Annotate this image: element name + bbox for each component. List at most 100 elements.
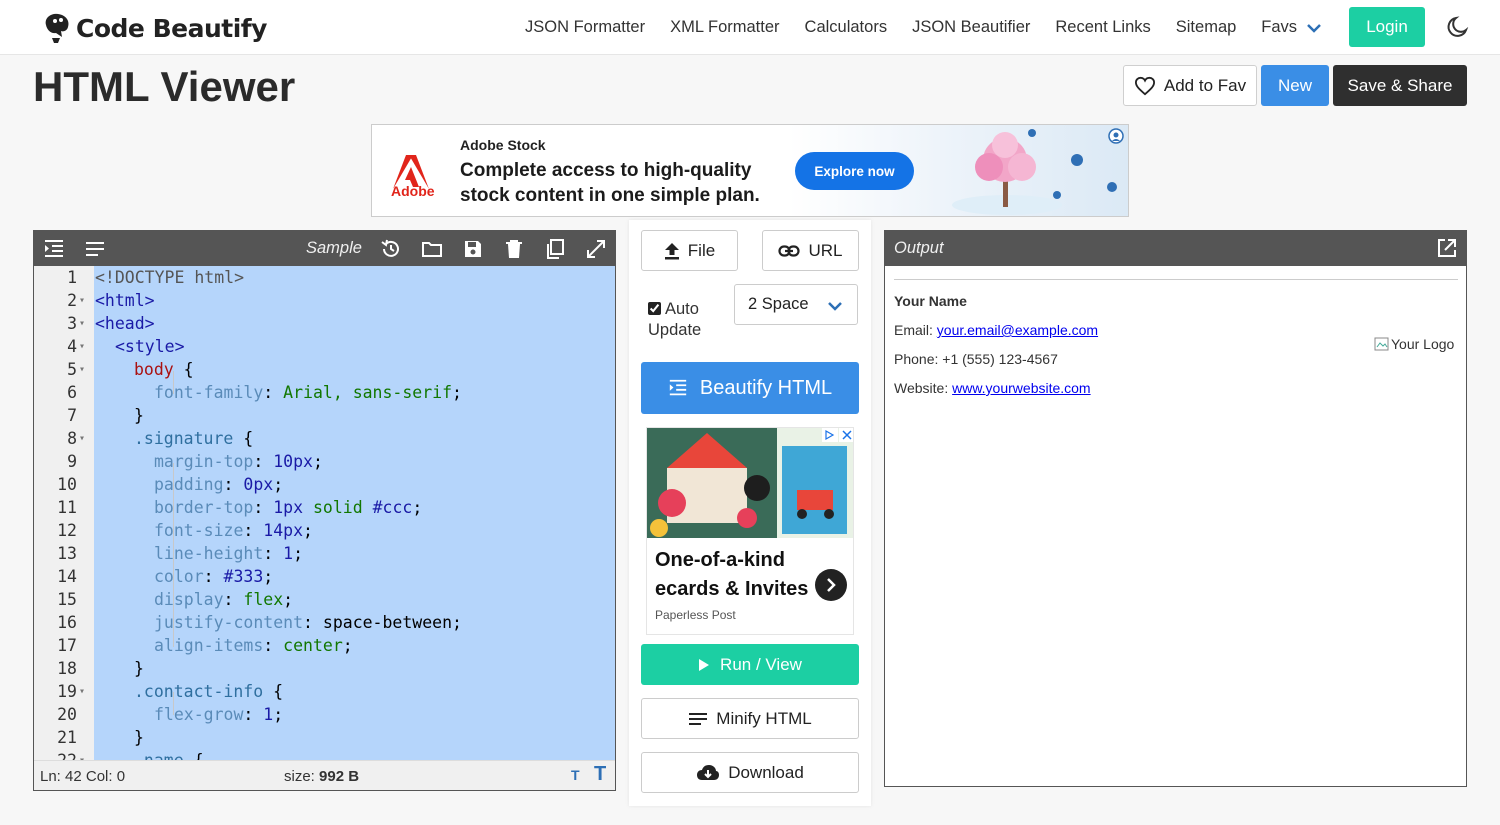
minify-html-button[interactable]: Minify HTML [641,698,859,739]
code-line: 5 ▾ body { [67,360,194,379]
ad-brand: Paperless Post [655,608,736,622]
add-to-fav-label: Add to Fav [1163,75,1247,95]
code-line: 2 ▾ <html> [67,291,155,310]
code-line: 20 flex-grow: 1; [57,705,284,724]
dark-mode-moon-icon[interactable] [1446,15,1470,39]
nav-favs-dropdown[interactable]: Favs [1261,18,1321,37]
ad-explore-now-button[interactable]: Explore now [795,152,914,190]
broken-image-icon [1374,337,1389,351]
sample-link[interactable]: Sample [306,239,362,258]
signature-divider [894,279,1458,280]
file-upload-button[interactable]: File [641,230,738,271]
document-size: size: 992 B [284,768,360,785]
beautify-html-button[interactable]: Beautify HTML [641,362,859,414]
file-upload-label: File [687,240,716,260]
code-line: 22▾.name { [34,749,615,760]
indent-icon[interactable] [43,238,65,260]
indent-icon [669,379,687,396]
history-icon[interactable] [380,238,402,260]
code-line: 12 font-size: 14px; [57,521,313,540]
heart-icon [1134,76,1155,95]
chevron-right-icon [827,578,836,592]
brand[interactable]: Code Beautify [40,10,267,46]
font-decrease-button[interactable]: T [571,767,580,783]
play-icon [699,658,710,671]
paperless-post-ad[interactable]: One-of-a-kind ecards & Invites Paperless… [646,427,854,635]
ad-headline: Complete access to high-quality stock co… [460,160,760,206]
run-view-button[interactable]: Run / View [641,644,859,685]
website-link[interactable]: www.yourwebsite.com [952,380,1091,396]
cloud-download-icon [697,764,720,780]
code-editor[interactable]: 1 <!DOCTYPE html> 2 ▾ <html> 3 ▾ <head> 4 ▾ <st… [34,266,615,760]
ad-title: One-of-a-kind ecards & Invites [655,549,809,600]
nav-link-calculators[interactable]: Calculators [805,18,888,37]
indent-size-select[interactable]: 2 Space [734,284,858,325]
minify-html-label: Minify HTML [716,708,812,728]
ad-tree-image [952,129,1117,215]
url-load-label: URL [808,240,843,260]
code-line: 19 ▾ .contact-info { [57,682,284,701]
download-button[interactable]: Download [641,752,859,793]
signature-name: Your Name [894,293,967,309]
code-line: 6 font-family: Arial, sans-serif; [67,383,462,402]
brand-name: Code Beautify [76,13,267,43]
editor-toolbar: Sample [34,231,615,266]
login-button[interactable]: Login [1349,7,1425,47]
run-view-label: Run / View [720,654,802,674]
url-load-button[interactable]: URL [762,230,859,271]
signature-logo-alt: Your Logo [1391,336,1455,352]
code-line: 16 justify-content: space-between; [57,613,462,632]
output-header: Output [885,231,1466,266]
fullscreen-icon[interactable] [585,238,607,260]
signature-website: Website: www.yourwebsite.com [894,380,1091,396]
link-icon [778,244,801,257]
chevron-down-icon [828,302,842,311]
adobe-stock-ad-banner[interactable]: Adobe Adobe Stock Complete access to hig… [371,124,1129,217]
add-to-fav-button[interactable]: Add to Fav [1123,65,1257,106]
code-line: 14 color: #333; [57,567,274,586]
code-line: 3 ▾ <head> [67,314,155,333]
editor-status-bar: Ln: 42 Col: 0 size: 992 B T T [34,760,615,790]
nav-links: JSON Formatter XML Formatter Calculators… [525,0,1346,55]
code-line: 13 line-height: 1; [57,544,304,563]
auto-update-checkbox[interactable] [648,302,661,315]
new-button[interactable]: New [1261,65,1329,106]
email-link[interactable]: your.email@example.com [937,322,1098,338]
ad-choices-icon[interactable] [1107,127,1125,145]
font-increase-button[interactable]: T [594,763,606,786]
folder-open-icon[interactable] [421,238,443,260]
download-label: Download [728,762,804,782]
nav-link-json-beautifier[interactable]: JSON Beautifier [912,18,1030,37]
code-line: 4 ▾ <style> [67,337,185,356]
signature-phone: Phone: +1 (555) 123-4567 [894,351,1058,367]
page-title: HTML Viewer [33,63,296,110]
chevron-down-icon [1307,23,1321,33]
save-share-button[interactable]: Save & Share [1333,65,1467,106]
code-line: 17 align-items: center; [57,636,353,655]
beautify-html-label: Beautify HTML [699,376,833,399]
nav-link-json-formatter[interactable]: JSON Formatter [525,18,645,37]
cursor-position: Ln: 42 Col: 0 [40,768,126,785]
code-line: 10 padding: 0px; [57,475,284,494]
nav-link-xml-formatter[interactable]: XML Formatter [670,18,779,37]
ad-invitation-image [647,428,853,538]
nav-link-sitemap[interactable]: Sitemap [1176,18,1237,37]
trash-icon[interactable] [503,238,525,260]
brand-logo-icon [45,13,69,43]
auto-update-toggle[interactable]: Auto Update [648,299,728,341]
code-line: 7} [67,406,144,425]
format-lines-icon[interactable] [84,238,106,260]
copy-icon[interactable] [544,238,566,260]
indent-size-value: 2 Space [748,295,809,313]
open-external-icon[interactable] [1436,237,1458,259]
output-panel: Output Your Name Email: your.email@examp… [884,230,1467,787]
code-line: 11 border-top: 1px solid #ccc; [57,498,423,517]
ad-arrow-button[interactable] [815,569,847,601]
format-lines-icon [689,712,708,725]
html-editor-panel: Sample 1 <!DOCTYPE html> 2 ▾ <html> 3 ▾ … [33,230,616,791]
upload-icon [664,242,679,259]
save-icon[interactable] [462,238,484,260]
nav-link-recent-links[interactable]: Recent Links [1055,18,1150,37]
code-line: 18} [57,659,144,678]
middle-controls: File URL Auto Update 2 Space Beautify HT… [629,220,871,806]
